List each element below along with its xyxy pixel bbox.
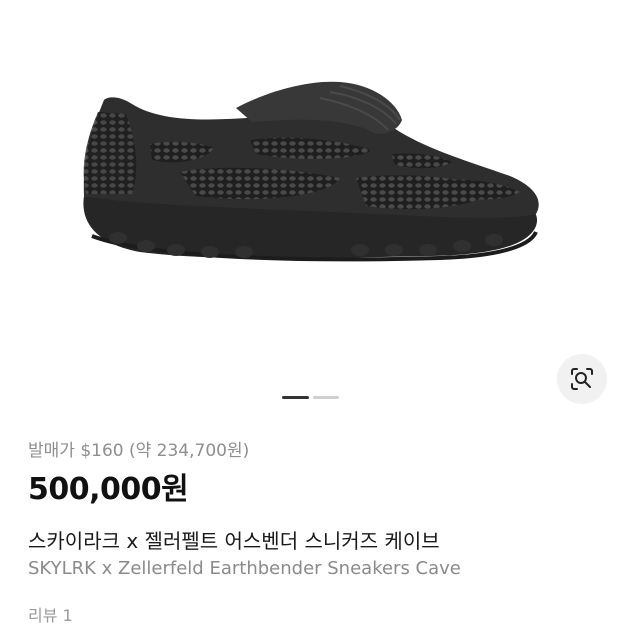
pagination-dot-active[interactable] <box>282 396 309 399</box>
review-count-link[interactable]: 리뷰 1 <box>28 602 73 626</box>
visual-search-button[interactable] <box>557 354 607 404</box>
product-title-korean: 스카이라크 x 젤러펠트 어스벤더 스니커즈 케이브 <box>28 529 440 553</box>
product-title-english: SKYLRK x Zellerfeld Earthbender Sneakers… <box>28 558 461 579</box>
product-image[interactable] <box>0 0 620 380</box>
sneaker-image <box>83 81 539 262</box>
visual-search-icon <box>571 368 593 390</box>
image-pagination <box>282 396 339 399</box>
release-price: 발매가 $160 (약 234,700원) <box>28 441 250 461</box>
pagination-dot[interactable] <box>313 396 339 399</box>
product-price: 500,000원 <box>28 472 189 507</box>
